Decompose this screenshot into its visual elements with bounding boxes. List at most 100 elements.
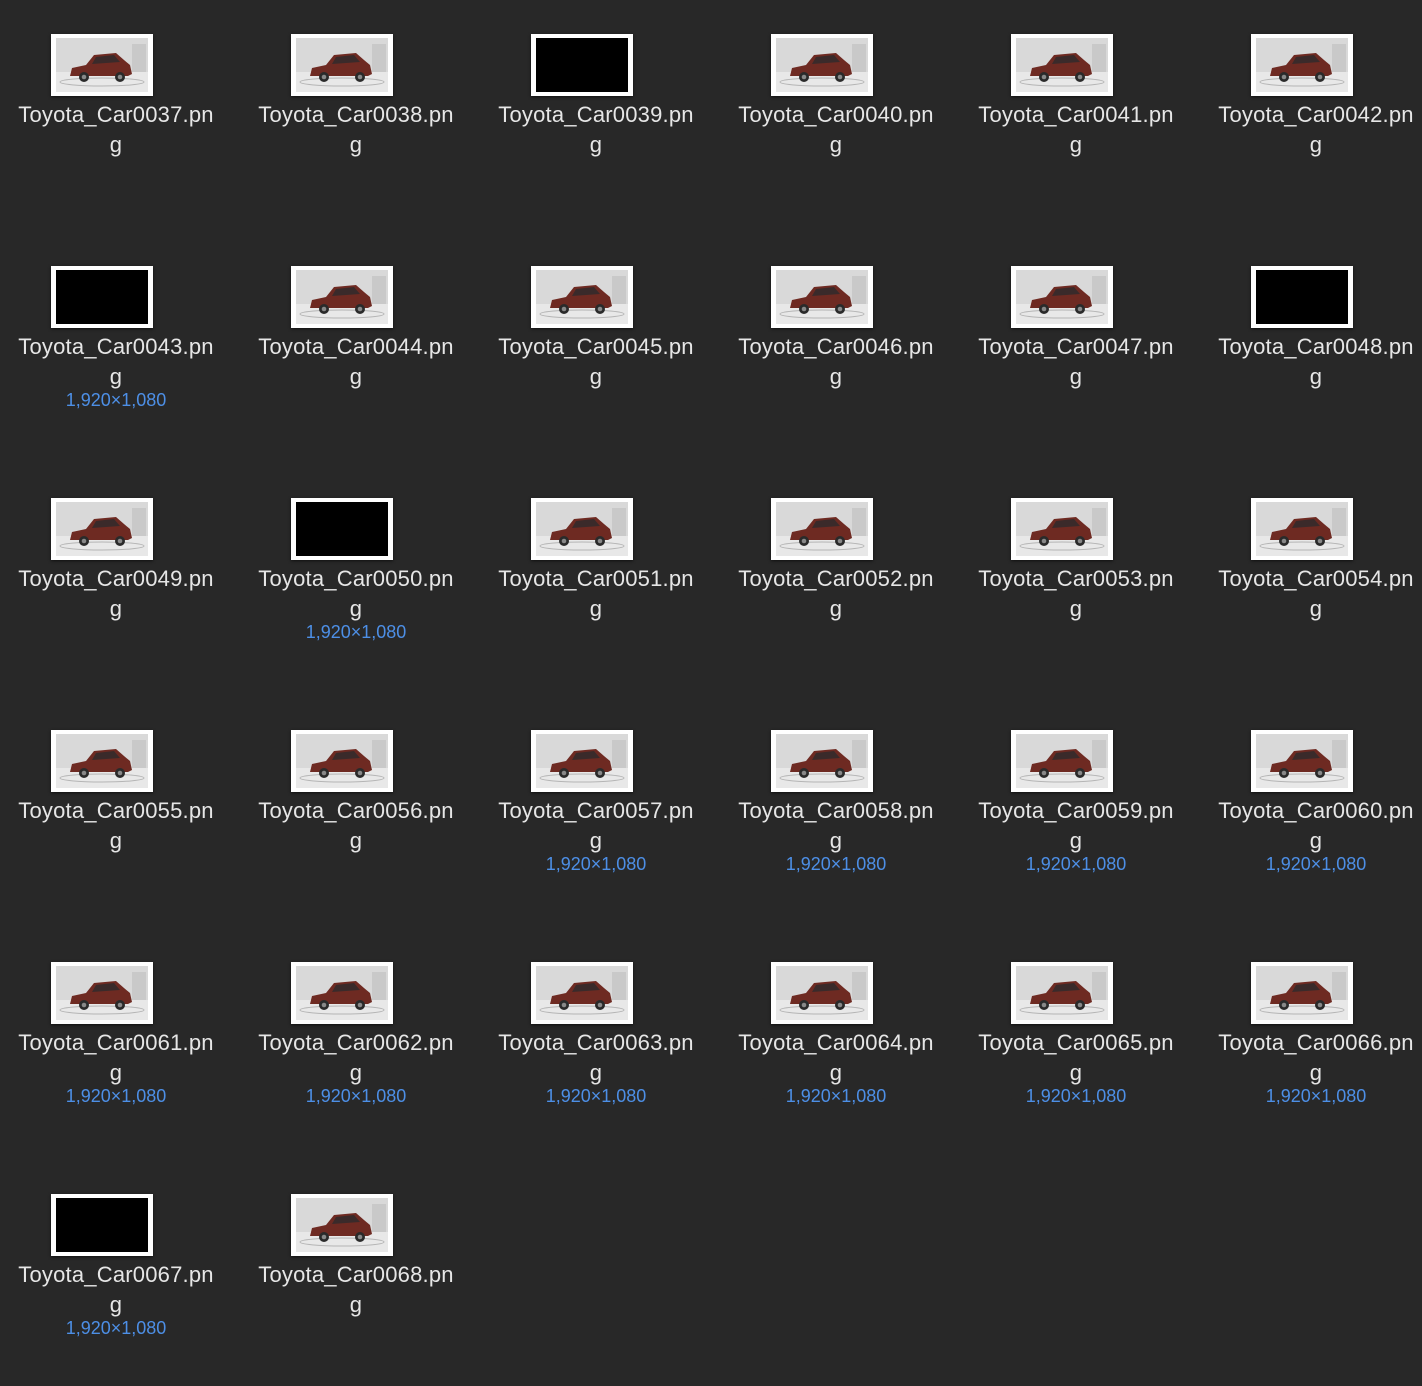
car-thumbnail[interactable] xyxy=(531,730,633,792)
car-thumbnail[interactable] xyxy=(531,962,633,1024)
car-thumbnail[interactable] xyxy=(51,730,153,792)
car-thumbnail[interactable] xyxy=(51,962,153,1024)
file-item[interactable]: Toyota_Car0068.pn g xyxy=(241,1160,471,1386)
car-thumbnail[interactable] xyxy=(1011,962,1113,1024)
file-item[interactable]: Toyota_Car0051.pn g xyxy=(481,464,711,696)
file-item[interactable]: Toyota_Car0041.pn g xyxy=(961,0,1191,232)
file-name[interactable]: Toyota_Car0045.pn g xyxy=(481,332,711,392)
file-item[interactable]: Toyota_Car0066.pn g 1,920×1,080 xyxy=(1201,928,1422,1160)
car-thumbnail[interactable] xyxy=(771,34,873,96)
car-thumbnail[interactable] xyxy=(1251,498,1353,560)
file-item[interactable]: Toyota_Car0049.pn g xyxy=(1,464,231,696)
file-item[interactable]: Toyota_Car0052.pn g xyxy=(721,464,951,696)
file-name[interactable]: Toyota_Car0040.pn g xyxy=(721,100,951,160)
file-name[interactable]: Toyota_Car0047.pn g xyxy=(961,332,1191,392)
file-item[interactable]: Toyota_Car0056.pn g xyxy=(241,696,471,928)
car-thumbnail[interactable] xyxy=(51,34,153,96)
file-name[interactable]: Toyota_Car0067.pn g xyxy=(1,1260,231,1320)
file-name-line1: Toyota_Car0047.pn xyxy=(978,334,1174,359)
file-name[interactable]: Toyota_Car0061.pn g xyxy=(1,1028,231,1088)
file-item[interactable]: Toyota_Car0043.pn g 1,920×1,080 xyxy=(1,232,231,464)
file-name[interactable]: Toyota_Car0065.pn g xyxy=(961,1028,1191,1088)
black-thumbnail[interactable] xyxy=(291,498,393,560)
car-thumbnail[interactable] xyxy=(291,962,393,1024)
car-thumbnail[interactable] xyxy=(1011,266,1113,328)
black-thumbnail[interactable] xyxy=(51,1194,153,1256)
file-name[interactable]: Toyota_Car0055.pn g xyxy=(1,796,231,856)
car-thumbnail[interactable] xyxy=(1251,962,1353,1024)
car-thumbnail[interactable] xyxy=(1251,34,1353,96)
file-item[interactable]: Toyota_Car0042.pn g xyxy=(1201,0,1422,232)
file-name[interactable]: Toyota_Car0046.pn g xyxy=(721,332,951,392)
file-item[interactable]: Toyota_Car0039.pn g xyxy=(481,0,711,232)
file-item[interactable]: Toyota_Car0037.pn g xyxy=(1,0,231,232)
car-thumbnail[interactable] xyxy=(531,266,633,328)
car-thumbnail[interactable] xyxy=(1011,498,1113,560)
file-name-line2: g xyxy=(349,828,363,853)
file-name[interactable]: Toyota_Car0058.pn g xyxy=(721,796,951,856)
file-name[interactable]: Toyota_Car0048.pn g xyxy=(1201,332,1422,392)
file-item[interactable]: Toyota_Car0050.pn g 1,920×1,080 xyxy=(241,464,471,696)
file-name[interactable]: Toyota_Car0057.pn g xyxy=(481,796,711,856)
car-thumbnail[interactable] xyxy=(771,962,873,1024)
file-name[interactable]: Toyota_Car0041.pn g xyxy=(961,100,1191,160)
file-item[interactable]: Toyota_Car0046.pn g xyxy=(721,232,951,464)
file-name[interactable]: Toyota_Car0054.pn g xyxy=(1201,564,1422,624)
car-thumbnail[interactable] xyxy=(771,730,873,792)
file-item[interactable]: Toyota_Car0065.pn g 1,920×1,080 xyxy=(961,928,1191,1160)
file-name[interactable]: Toyota_Car0037.pn g xyxy=(1,100,231,160)
file-name[interactable]: Toyota_Car0066.pn g xyxy=(1201,1028,1422,1088)
file-item[interactable]: Toyota_Car0060.pn g 1,920×1,080 xyxy=(1201,696,1422,928)
car-thumbnail[interactable] xyxy=(291,1194,393,1256)
file-name[interactable]: Toyota_Car0060.pn g xyxy=(1201,796,1422,856)
file-item[interactable]: Toyota_Car0062.pn g 1,920×1,080 xyxy=(241,928,471,1160)
file-name[interactable]: Toyota_Car0044.pn g xyxy=(241,332,471,392)
file-item[interactable]: Toyota_Car0063.pn g 1,920×1,080 xyxy=(481,928,711,1160)
file-item[interactable]: Toyota_Car0054.pn g xyxy=(1201,464,1422,696)
file-name[interactable]: Toyota_Car0039.pn g xyxy=(481,100,711,160)
file-item[interactable]: Toyota_Car0057.pn g 1,920×1,080 xyxy=(481,696,711,928)
file-name[interactable]: Toyota_Car0064.pn g xyxy=(721,1028,951,1088)
file-item[interactable]: Toyota_Car0067.pn g 1,920×1,080 xyxy=(1,1160,231,1386)
black-thumbnail[interactable] xyxy=(1251,266,1353,328)
file-name[interactable]: Toyota_Car0049.pn g xyxy=(1,564,231,624)
file-item[interactable]: Toyota_Car0058.pn g 1,920×1,080 xyxy=(721,696,951,928)
black-thumbnail[interactable] xyxy=(51,266,153,328)
car-thumbnail[interactable] xyxy=(771,498,873,560)
file-name[interactable]: Toyota_Car0043.pn g xyxy=(1,332,231,392)
file-name[interactable]: Toyota_Car0068.pn g xyxy=(241,1260,471,1320)
car-thumbnail[interactable] xyxy=(1251,730,1353,792)
file-name-line1: Toyota_Car0046.pn xyxy=(738,334,934,359)
file-item[interactable]: Toyota_Car0048.pn g xyxy=(1201,232,1422,464)
car-thumbnail[interactable] xyxy=(1011,34,1113,96)
file-name[interactable]: Toyota_Car0059.pn g xyxy=(961,796,1191,856)
file-name-line2: g xyxy=(589,596,603,621)
file-item[interactable]: Toyota_Car0055.pn g xyxy=(1,696,231,928)
file-name[interactable]: Toyota_Car0038.pn g xyxy=(241,100,471,160)
file-item[interactable]: Toyota_Car0045.pn g xyxy=(481,232,711,464)
car-thumbnail[interactable] xyxy=(531,498,633,560)
file-name[interactable]: Toyota_Car0062.pn g xyxy=(241,1028,471,1088)
car-thumbnail[interactable] xyxy=(291,266,393,328)
file-name[interactable]: Toyota_Car0052.pn g xyxy=(721,564,951,624)
car-thumbnail[interactable] xyxy=(291,34,393,96)
file-name[interactable]: Toyota_Car0042.pn g xyxy=(1201,100,1422,160)
file-name[interactable]: Toyota_Car0051.pn g xyxy=(481,564,711,624)
file-item[interactable]: Toyota_Car0044.pn g xyxy=(241,232,471,464)
file-item[interactable]: Toyota_Car0059.pn g 1,920×1,080 xyxy=(961,696,1191,928)
file-item[interactable]: Toyota_Car0064.pn g 1,920×1,080 xyxy=(721,928,951,1160)
car-thumbnail[interactable] xyxy=(771,266,873,328)
car-thumbnail[interactable] xyxy=(291,730,393,792)
file-item[interactable]: Toyota_Car0061.pn g 1,920×1,080 xyxy=(1,928,231,1160)
file-item[interactable]: Toyota_Car0047.pn g xyxy=(961,232,1191,464)
file-item[interactable]: Toyota_Car0038.pn g xyxy=(241,0,471,232)
black-thumbnail[interactable] xyxy=(531,34,633,96)
file-name[interactable]: Toyota_Car0056.pn g xyxy=(241,796,471,856)
car-thumbnail[interactable] xyxy=(51,498,153,560)
file-name[interactable]: Toyota_Car0053.pn g xyxy=(961,564,1191,624)
file-name[interactable]: Toyota_Car0063.pn g xyxy=(481,1028,711,1088)
file-name[interactable]: Toyota_Car0050.pn g xyxy=(241,564,471,624)
file-item[interactable]: Toyota_Car0053.pn g xyxy=(961,464,1191,696)
car-thumbnail[interactable] xyxy=(1011,730,1113,792)
file-item[interactable]: Toyota_Car0040.pn g xyxy=(721,0,951,232)
